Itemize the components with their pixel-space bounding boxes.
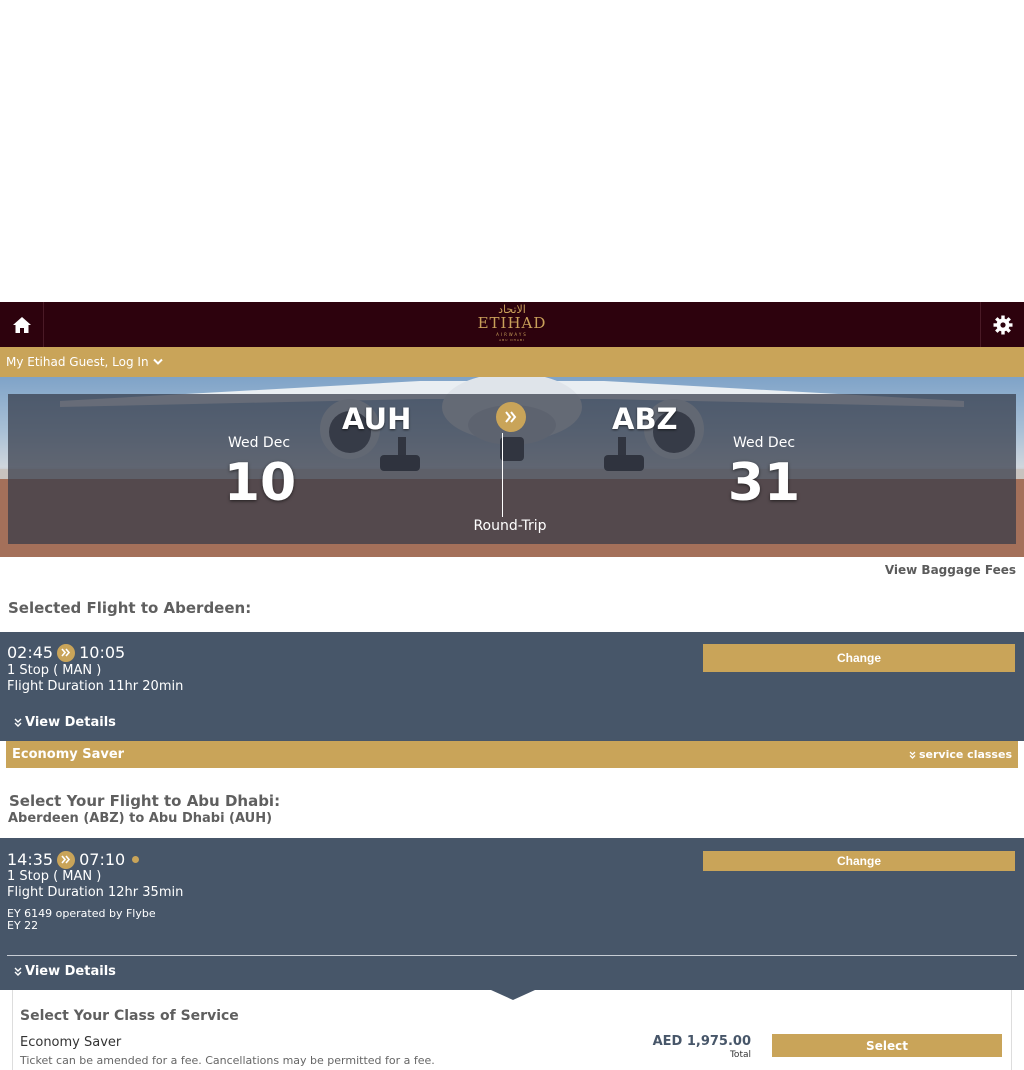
home-icon (12, 316, 31, 333)
logo-city: ABU DHABI (499, 338, 525, 342)
service-classes-link[interactable]: service classes (909, 748, 1012, 761)
panel-pointer (491, 990, 535, 1000)
double-chevron-down-icon (14, 718, 22, 727)
flight-summary-hero: AUH ABZ Wed Dec 10 Wed Dec 31 Round-Trip (0, 377, 1024, 557)
return-day-of-week: Wed Dec (732, 435, 796, 451)
inbound-header: Select Your Flight to Abu Dhabi: Aberdee… (0, 768, 1024, 838)
inbound-flight-2: EY 22 (7, 919, 39, 932)
chevron-down-icon (152, 358, 163, 365)
double-chevron-down-icon (909, 751, 916, 759)
outbound-times: 02:45 10:05 (7, 643, 125, 662)
outbound-change-button[interactable]: Change (703, 644, 1015, 672)
class-of-service-name: Economy Saver (20, 1035, 122, 1050)
double-chevron-down-icon (14, 967, 22, 976)
class-of-service-title: Select Your Class of Service (20, 1008, 239, 1024)
logo-main: ETIHAD (477, 314, 547, 332)
outbound-section-title: Selected Flight to Aberdeen: (8, 599, 252, 617)
inbound-view-details[interactable]: View Details (14, 964, 116, 979)
inbound-section-title: Select Your Flight to Abu Dhabi: (9, 792, 281, 810)
home-button[interactable] (0, 302, 44, 347)
inbound-change-button[interactable]: Change (703, 851, 1015, 871)
inbound-duration: Flight Duration 12hr 35min (7, 885, 184, 900)
select-fare-button[interactable]: Select (772, 1034, 1002, 1057)
inbound-arrive-time: 07:10 (79, 850, 126, 869)
inbound-depart-time: 14:35 (7, 850, 54, 869)
outbound-view-details[interactable]: View Details (14, 715, 116, 730)
top-navbar: الاتحاد ETIHAD AIRWAYS ABU DHABI (0, 302, 1024, 347)
trip-type-label: Round-Trip (473, 518, 547, 534)
trip-divider-line (502, 433, 503, 517)
double-chevron-right-icon (505, 411, 517, 423)
login-bar[interactable]: My Etihad Guest, Log In (0, 347, 1024, 377)
double-chevron-right-icon (57, 850, 76, 869)
baggage-fees-link[interactable]: View Baggage Fees (885, 563, 1016, 577)
outbound-fare-class-bar: Economy Saver service classes (6, 741, 1018, 768)
depart-day-of-week: Wed Dec (227, 435, 291, 451)
top-blank-area (0, 0, 1024, 302)
inbound-flight-card: 14:35 07:10 1 Stop ( MAN ) Flight Durati… (0, 838, 1024, 990)
depart-day: 10 (223, 453, 297, 513)
inbound-view-details-label: View Details (25, 964, 116, 979)
swap-route-button[interactable] (496, 402, 526, 432)
login-label[interactable]: My Etihad Guest, Log In (6, 355, 149, 369)
outbound-view-details-label: View Details (25, 715, 116, 730)
inbound-times: 14:35 07:10 (7, 850, 140, 869)
outbound-arrive-time: 10:05 (79, 643, 126, 662)
logo-sub: AIRWAYS (496, 332, 528, 337)
destination-code: ABZ (612, 402, 678, 436)
return-day: 31 (727, 453, 801, 513)
outbound-depart-time: 02:45 (7, 643, 54, 662)
inbound-stops: 1 Stop ( MAN ) (7, 869, 102, 884)
service-classes-label: service classes (918, 748, 1012, 761)
inbound-divider (7, 955, 1017, 956)
settings-button[interactable] (980, 302, 1024, 347)
class-of-service-price: AED 1,975.00 (652, 1034, 751, 1049)
outbound-fare-class: Economy Saver (12, 747, 125, 762)
class-of-service-price-label: Total (729, 1050, 751, 1060)
outbound-duration: Flight Duration 11hr 20min (7, 679, 184, 694)
baggage-fees-row: View Baggage Fees (0, 557, 1024, 583)
double-chevron-right-icon (57, 643, 76, 662)
etihad-logo[interactable]: الاتحاد ETIHAD AIRWAYS ABU DHABI (474, 304, 550, 346)
inbound-route: Aberdeen (ABZ) to Abu Dhabi (AUH) (8, 811, 273, 826)
class-of-service-description: Ticket can be amended for a fee. Cancell… (20, 1054, 435, 1067)
origin-code: AUH (342, 402, 412, 436)
class-of-service-panel: Select Your Class of Service Economy Sav… (12, 990, 1012, 1070)
outbound-header: Selected Flight to Aberdeen: (0, 583, 1024, 632)
outbound-stops: 1 Stop ( MAN ) (7, 663, 102, 678)
next-day-indicator-dot (132, 856, 140, 863)
gear-icon (993, 315, 1012, 334)
outbound-flight-card: 02:45 10:05 1 Stop ( MAN ) Flight Durati… (0, 632, 1024, 741)
